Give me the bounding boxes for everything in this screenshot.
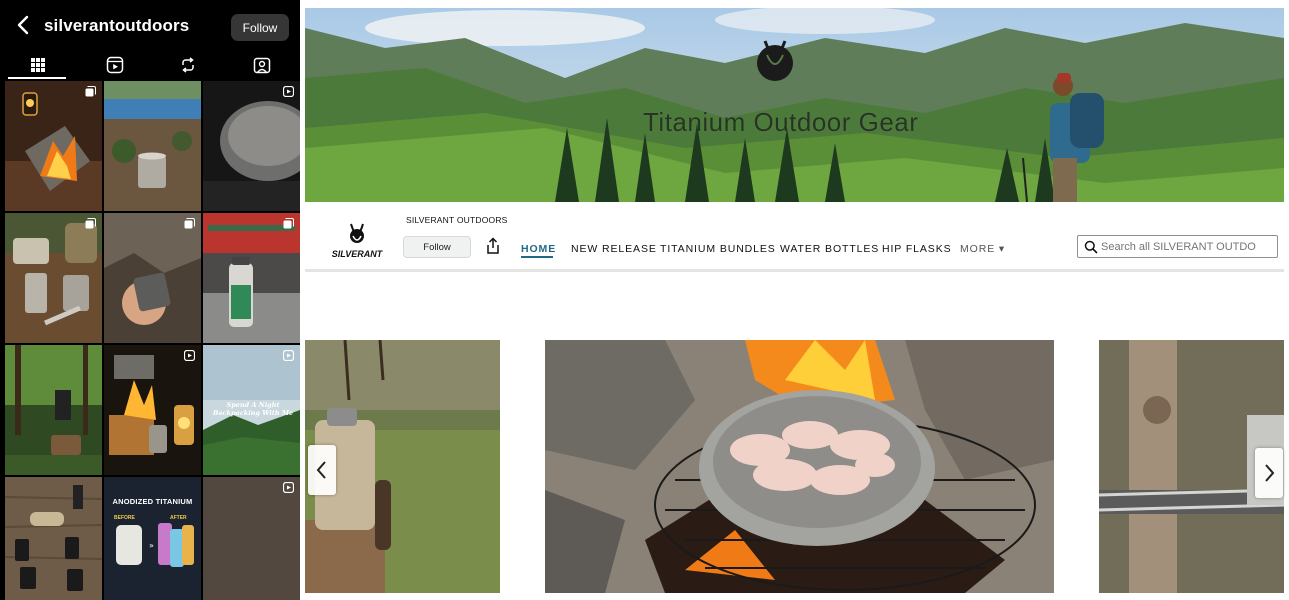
svg-text:»: »: [149, 541, 154, 550]
carousel-icon: [283, 218, 294, 229]
temple-bottle-image: [203, 213, 300, 343]
store-search-box[interactable]: [1077, 235, 1278, 258]
carousel-icon: [85, 218, 96, 229]
store-brand-name: SILVERANT OUTDOORS: [406, 215, 508, 225]
forest-stove-image: [5, 345, 102, 475]
nav-titanium-bundles[interactable]: TITANIUM BUNDLES: [660, 243, 776, 255]
anodized-promo-image: »: [104, 477, 201, 600]
reels-icon: [106, 56, 124, 74]
profile-tabs: [0, 50, 300, 80]
reposts-icon: [182, 57, 194, 73]
anodized-title: ANODIZED TITANIUM: [112, 497, 193, 506]
store-follow-button[interactable]: Follow: [403, 236, 471, 258]
logo-wordmark: SILVERANT: [332, 249, 384, 259]
chevron-right-icon: [1265, 464, 1275, 482]
tile-temple-bottle[interactable]: [203, 213, 300, 343]
search-icon[interactable]: [1084, 240, 1098, 254]
nav-more-dropdown[interactable]: MORE ▾: [960, 243, 1005, 255]
tile-backpacking-promo[interactable]: Spend A Night Backpacking With Me: [203, 345, 300, 475]
carousel-slide-campfire-pan[interactable]: [545, 340, 1054, 593]
share-icon[interactable]: [485, 237, 501, 255]
night-fire-image: [104, 345, 201, 475]
promo-line-1: Spend A Night: [226, 401, 280, 409]
tab-reels[interactable]: [85, 50, 145, 80]
reel-icon: [283, 86, 294, 97]
campfire-lantern-image: [5, 81, 102, 211]
tile-titanium-pot[interactable]: [203, 81, 300, 211]
carousel-icon: [85, 86, 96, 97]
active-nav-underline: [521, 256, 553, 258]
chevron-left-icon: [316, 461, 326, 479]
store-search-input[interactable]: [1101, 240, 1277, 253]
hero-title: Titanium Outdoor Gear: [643, 107, 919, 137]
nav-home[interactable]: HOME: [521, 243, 556, 255]
silverant-logo-icon[interactable]: SILVERANT: [327, 220, 387, 264]
tab-tagged[interactable]: [232, 50, 292, 80]
tagged-icon: [253, 57, 271, 74]
instagram-profile-panel: silverantoutdoors Follow Spend A Night B…: [0, 0, 300, 600]
grid-icon: [31, 58, 45, 72]
cookware-set-image: [5, 213, 102, 343]
carousel-prev-button[interactable]: [308, 445, 336, 495]
after-label: AFTER: [170, 515, 187, 521]
reel-icon: [283, 482, 294, 493]
tile-cookware-set[interactable]: [5, 213, 102, 343]
nav-new-release[interactable]: NEW RELEASE: [571, 243, 657, 255]
mountain-hiker-image: [305, 8, 1284, 202]
before-label: BEFORE: [114, 515, 135, 521]
tile-campfire-lantern[interactable]: [5, 81, 102, 211]
profile-username: silverantoutdoors: [44, 16, 190, 35]
tab-reposts[interactable]: [158, 50, 218, 80]
tile-night-fire[interactable]: [104, 345, 201, 475]
tile-lake-cup[interactable]: [104, 81, 201, 211]
tile-cave-mug[interactable]: [104, 213, 201, 343]
active-tab-indicator: [8, 77, 66, 79]
amazon-store-page: Titanium Outdoor Gear SILVERANT SILVERAN…: [305, 0, 1289, 600]
posts-grid: Spend A Night Backpacking With Me » ANOD…: [5, 81, 300, 600]
instagram-header: silverantoutdoors Follow: [0, 0, 300, 50]
tile-forest-stove[interactable]: [5, 345, 102, 475]
cave-mug-image: [104, 213, 201, 343]
titanium-pot-image: [203, 81, 300, 211]
tile-metal-texture[interactable]: [203, 477, 300, 600]
reel-icon: [283, 350, 294, 361]
tab-posts[interactable]: [8, 50, 68, 80]
nav-divider: [305, 269, 1284, 272]
metal-texture-image: [203, 477, 300, 600]
back-arrow-icon[interactable]: [14, 14, 34, 36]
store-hero-banner: Titanium Outdoor Gear: [305, 8, 1284, 202]
tile-table-gear[interactable]: [5, 477, 102, 600]
table-gear-image: [5, 477, 102, 600]
follow-button[interactable]: Follow: [231, 14, 289, 41]
promo-line-2: Backpacking With Me: [212, 409, 294, 417]
promo-caption: Spend A Night Backpacking With Me: [211, 401, 295, 417]
reel-icon: [184, 350, 195, 361]
lake-cup-image: [104, 81, 201, 211]
tile-anodized-titanium[interactable]: » ANODIZED TITANIUM BEFORE AFTER: [104, 477, 201, 600]
carousel-next-button[interactable]: [1255, 448, 1283, 498]
nav-water-bottles[interactable]: WATER BOTTLES: [780, 243, 879, 255]
campfire-pan-image: [545, 340, 1054, 593]
carousel-icon: [184, 218, 195, 229]
nav-hip-flasks[interactable]: HIP FLASKS: [882, 243, 952, 255]
